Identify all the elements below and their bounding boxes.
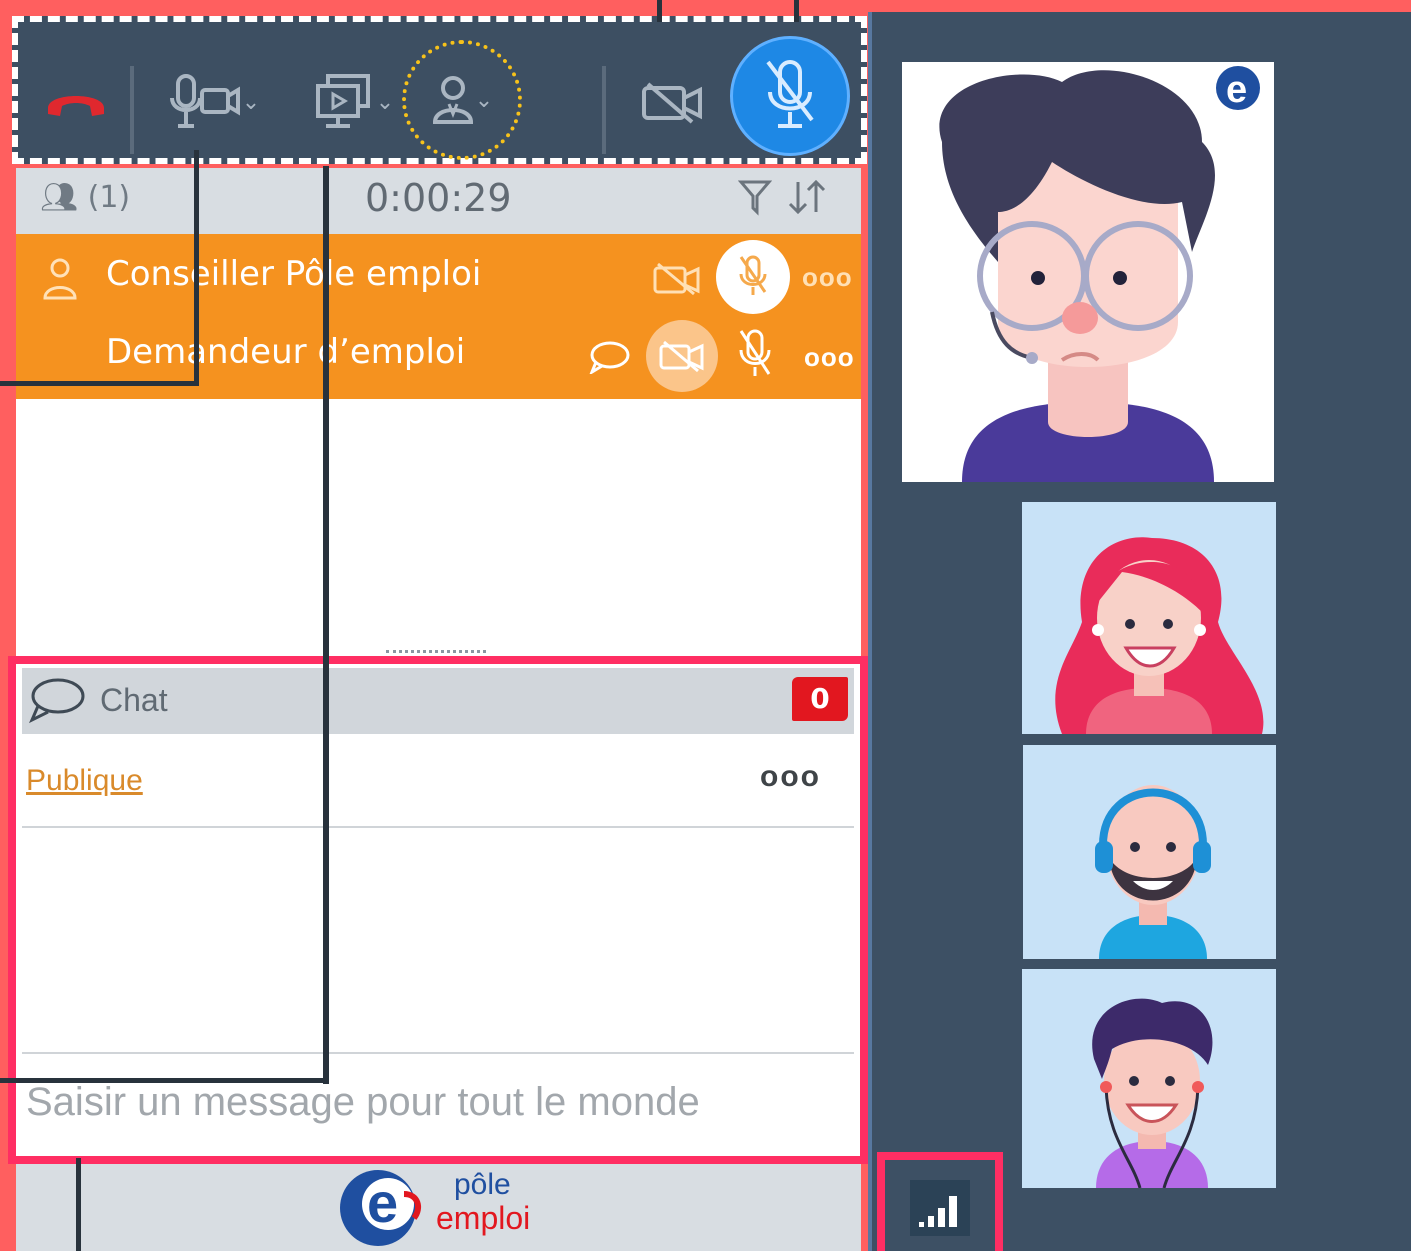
svg-text:e: e bbox=[1226, 69, 1247, 111]
chevron-down-icon: ⌄ bbox=[474, 87, 494, 113]
call-timer: 0:00:29 bbox=[365, 176, 512, 220]
video-tile-participant[interactable] bbox=[1023, 745, 1276, 959]
participant-mic-off-button[interactable] bbox=[716, 240, 790, 314]
mic-camera-settings-button[interactable]: ⌄ bbox=[160, 62, 270, 142]
chat-more-button[interactable]: ooo bbox=[760, 760, 821, 794]
callout-line bbox=[76, 1158, 81, 1251]
sort-button[interactable] bbox=[786, 178, 828, 221]
participants-count: 👥︎ (1) bbox=[40, 180, 131, 215]
mic-off-icon bbox=[739, 255, 767, 295]
chat-channel-link[interactable]: Publique bbox=[26, 764, 143, 798]
logo-text-line1: pôle bbox=[454, 1168, 511, 1201]
participant-mic-off-icon[interactable] bbox=[738, 328, 772, 387]
call-toolbar: ⌄ ⌄ ⌄ bbox=[12, 16, 867, 164]
chat-messages bbox=[22, 828, 854, 1052]
participant-camera-off-button[interactable] bbox=[646, 320, 718, 392]
chevron-down-icon: ⌄ bbox=[241, 89, 261, 115]
video-off-icon bbox=[659, 340, 704, 373]
advisor-avatar: e bbox=[939, 66, 1260, 482]
video-tile-participant[interactable] bbox=[1022, 502, 1276, 734]
unread-badge: 0 bbox=[792, 677, 848, 721]
signal-strength-icon bbox=[919, 1196, 957, 1227]
chat-icon bbox=[28, 676, 86, 729]
bald-man-avatar bbox=[1095, 785, 1211, 959]
participant-name: Demandeur d’emploi bbox=[106, 332, 466, 372]
participant-name: Conseiller Pôle emploi bbox=[106, 254, 482, 294]
participants-empty-area bbox=[16, 399, 861, 657]
participant-more-button[interactable]: ooo bbox=[804, 342, 855, 373]
participant-more-button[interactable]: ooo bbox=[802, 262, 853, 293]
callout-line bbox=[657, 0, 662, 22]
participant-camera-off-icon[interactable] bbox=[652, 260, 702, 303]
chat-bubble-icon[interactable] bbox=[588, 340, 630, 379]
mic-camera-icon bbox=[169, 74, 240, 128]
callout-line bbox=[794, 0, 799, 22]
mic-toggle-button[interactable] bbox=[730, 36, 850, 156]
participants-icon: 👥︎ bbox=[40, 180, 79, 215]
chat-title: Chat bbox=[100, 682, 168, 718]
camera-toggle-button[interactable] bbox=[630, 62, 714, 142]
logo-text-line2: emploi bbox=[436, 1200, 531, 1236]
svg-text:e: e bbox=[367, 1171, 398, 1234]
chevron-down-icon: ⌄ bbox=[375, 89, 395, 115]
screen-share-icon bbox=[315, 74, 370, 128]
callout-line bbox=[323, 166, 329, 1084]
chat-message-input[interactable] bbox=[22, 1054, 854, 1150]
callout-line bbox=[0, 381, 199, 386]
user-icon bbox=[432, 76, 473, 124]
screen-share-button[interactable]: ⌄ bbox=[298, 62, 408, 142]
mic-off-icon bbox=[766, 60, 814, 128]
video-tile-advisor[interactable]: e bbox=[902, 62, 1274, 482]
video-off-icon bbox=[642, 82, 702, 124]
pole-emploi-logo: e bbox=[334, 1164, 428, 1251]
participants-list: Conseiller Pôle emploi ooo Demandeur d’e… bbox=[16, 234, 861, 399]
phone-hangup-icon bbox=[48, 96, 104, 116]
filter-icon bbox=[737, 180, 773, 216]
video-tile-participant[interactable] bbox=[1022, 969, 1276, 1188]
filter-button[interactable] bbox=[737, 178, 773, 221]
callout-line bbox=[194, 150, 199, 386]
young-man-avatar bbox=[1092, 998, 1213, 1188]
hang-up-button[interactable] bbox=[36, 72, 116, 132]
sort-icon bbox=[788, 179, 826, 215]
callout-line bbox=[0, 1078, 329, 1083]
signal-strength-button[interactable] bbox=[910, 1180, 970, 1236]
host-user-icon bbox=[42, 256, 78, 307]
presenter-role-button[interactable]: ⌄ bbox=[402, 40, 522, 160]
woman-avatar bbox=[1055, 537, 1264, 734]
